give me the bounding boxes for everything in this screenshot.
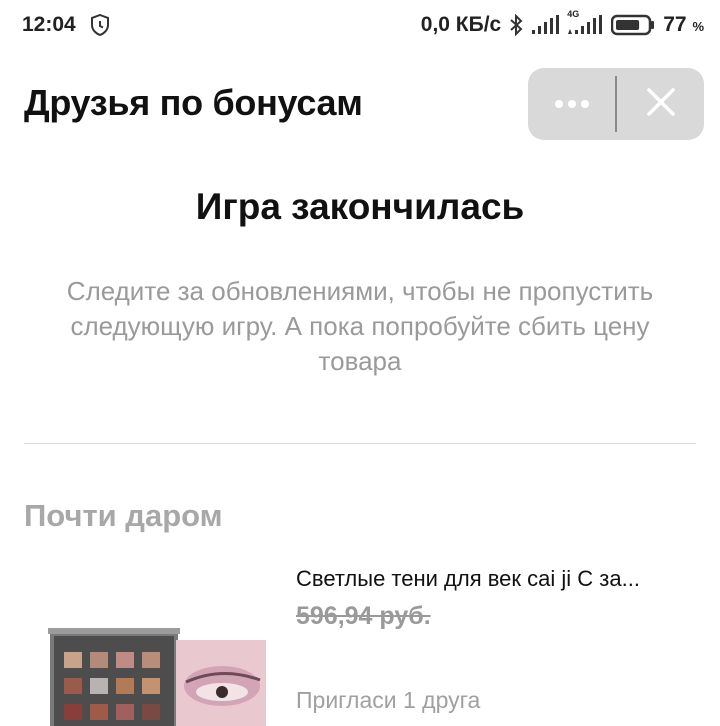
- battery-percent: 77 %: [663, 13, 704, 37]
- game-over-title: Игра закончилась: [195, 186, 525, 227]
- battery-icon: [611, 14, 655, 36]
- product-name: Светлые тени для век cai ji C за...: [296, 566, 640, 591]
- more-menu-button[interactable]: [528, 68, 615, 140]
- game-over-description: Следите за обновлениями, чтобы не пропус…: [66, 276, 654, 376]
- product-old-price: 596,94 руб.: [296, 602, 431, 630]
- section-title: Почти даром: [24, 498, 223, 533]
- status-right: 0,0 КБ/с 4G 77 %: [420, 9, 704, 37]
- status-left: 12:04: [22, 13, 110, 37]
- battery-value: 77: [663, 13, 687, 36]
- signal-icon: [531, 15, 560, 35]
- product-card[interactable]: Светлые тени для век cai ji C за... 596,…: [0, 560, 720, 726]
- close-button[interactable]: [617, 68, 704, 140]
- app-header: Друзья по бонусам: [0, 64, 720, 144]
- close-icon: [646, 87, 676, 122]
- battery-unit: %: [692, 19, 704, 34]
- mini-app-capsule: [528, 68, 704, 140]
- status-bar: 12:04 0,0 КБ/с 4G 77 %: [0, 0, 720, 50]
- alarm-shield-icon: [90, 14, 110, 36]
- page-title: Друзья по бонусам: [24, 82, 363, 123]
- status-time: 12:04: [22, 13, 76, 36]
- more-dots-icon: [554, 100, 589, 108]
- network-speed: 0,0 КБ/с: [420, 13, 502, 36]
- invite-friend-text: Пригласи 1 друга: [296, 687, 481, 713]
- product-image: [46, 626, 266, 726]
- section-divider: [24, 443, 696, 444]
- signal-4g-icon: 4G: [567, 9, 603, 35]
- bluetooth-icon: [509, 14, 523, 36]
- network-type-label: 4G: [567, 9, 580, 19]
